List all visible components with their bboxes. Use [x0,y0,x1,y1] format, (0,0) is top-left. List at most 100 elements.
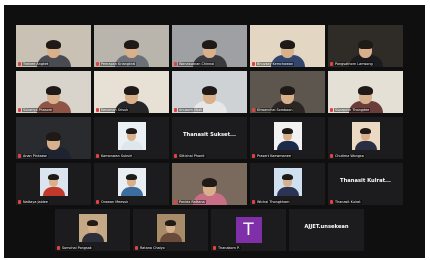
participant-name-label: Narumon Srisuk [100,108,130,112]
muted-mic-icon [330,154,333,158]
muted-mic-icon [18,62,21,66]
muted-mic-icon [96,154,99,158]
profile-picture [78,214,107,242]
participant-tile[interactable]: Pongsathorn Lamsong [328,25,403,67]
avatar: T [235,217,262,243]
participant-tile[interactable]: Ratana Chaiyo [133,209,208,251]
participant-video [172,71,247,113]
participant-tile[interactable]: Prasert Kaewmanee [250,117,325,159]
profile-picture [117,168,146,196]
participant-tile[interactable]: Chutima Wongsa [328,117,403,159]
participant-tile[interactable]: Peerapan Kriangkrai [94,25,169,67]
muted-mic-icon [252,108,255,112]
participant-name-label: Nattaya Jaidee [22,200,49,204]
participant-video [172,163,247,205]
participant-tile[interactable]: Kamonwan Suksiri [94,117,169,159]
muted-mic-icon [57,246,60,250]
participant-video [250,71,325,113]
gallery-row: Anan Pinkaew Kamonwan Suksiri Thanasit Suk… [16,117,406,159]
participant-name-label: Anan Pinkaew [22,154,48,158]
participant-tile[interactable]: Thanasit Kulrat... Thanasit Kulrat [328,163,403,205]
participant-tile[interactable]: Wanassanan Chinnoi [172,25,247,67]
participant-tile[interactable]: Anan Pinkaew [16,117,91,159]
participant-video [16,71,91,113]
muted-mic-icon [174,200,177,204]
muted-mic-icon [18,108,21,112]
muted-mic-icon [96,200,99,204]
participant-tile[interactable]: Sukanya Phasom [16,71,91,113]
participant-name-label: Panida Rattana [178,200,206,204]
participant-name-label: Sittichai Phanit [178,154,206,158]
participant-tile[interactable]: Somchai Pongsak [55,209,130,251]
participant-name-label: Peerapan Kriangkrai [100,62,137,66]
participant-name-label: Chutima Wongsa [334,154,365,158]
participant-name-label: Kamonwan Suksiri [100,154,134,158]
muted-mic-icon [96,62,99,66]
muted-mic-icon [96,108,99,112]
gallery-view: Trainee Angket Peerapan Kriangkrai Wanassa… [16,25,411,254]
muted-mic-icon [18,200,21,204]
gallery-row: Trainee Angket Peerapan Kriangkrai Wanassa… [16,25,406,67]
participant-tile[interactable]: Orawan Meesuk [94,163,169,205]
participant-video [328,71,403,113]
participant-tile[interactable]: Wichai Thongkham [250,163,325,205]
participant-tile[interactable]: Thanasit Sukset... Sittichai Phanit [172,117,247,159]
participant-display-name: Thanasit Sukset... [183,132,236,138]
participant-video [328,25,403,67]
participant-tile[interactable]: Anusorn Jitjak [172,71,247,113]
participant-name-label: Prasert Kaewmanee [256,154,292,158]
participant-name-label: Supaporn Thongdee [334,108,371,112]
participant-video [16,117,91,159]
muted-mic-icon [174,154,177,158]
participant-name-label: Orawan Meesuk [100,200,130,204]
participant-video [94,25,169,67]
profile-picture [351,122,380,150]
profile-picture [273,122,302,150]
participant-name-label: Khwanchai Somboon [256,108,294,112]
participant-video [172,25,247,67]
zoom-window: Trainee Angket Peerapan Kriangkrai Wanassa… [4,5,425,258]
participant-tile[interactable]: T Thanakorn P. [211,209,286,251]
participant-name-label: Thanasit Kulrat [334,200,362,204]
participant-name-label: Trainee Angket [22,62,50,66]
muted-mic-icon [252,200,255,204]
participant-name-label: Pongsathorn Lamsong [334,62,374,66]
participant-video [250,25,325,67]
muted-mic-icon [174,62,177,66]
participant-tile[interactable]: Bhuvsay Kemchawan [250,25,325,67]
participant-tile[interactable]: Supaporn Thongdee [328,71,403,113]
gallery-row: Nattaya Jaidee Orawan Meesuk Panida Rattan… [16,163,406,205]
participant-video [94,71,169,113]
participant-name-label: Somchai Pongsak [61,246,93,250]
participant-display-name: AJJET.unsekean [304,224,349,230]
participant-video [16,25,91,67]
participant-display-name: Thanasit Kulrat... [340,178,391,184]
muted-mic-icon [213,246,216,250]
muted-mic-icon [330,108,333,112]
gallery-row: Somchai Pongsak Ratana Chaiyo T Thanakorn P… [55,209,367,251]
participant-name-label: Wanassanan Chinnoi [178,62,216,66]
gallery-row: Sukanya Phasom Narumon Srisuk Anusorn Jitj… [16,71,406,113]
muted-mic-icon [135,246,138,250]
muted-mic-icon [330,62,333,66]
participant-tile[interactable]: Nattaya Jaidee [16,163,91,205]
muted-mic-icon [18,154,21,158]
participant-name-label: Ratana Chaiyo [139,246,166,250]
muted-mic-icon [174,108,177,112]
profile-picture [39,168,68,196]
participant-tile[interactable]: Panida Rattana [172,163,247,205]
participant-name-label: Anusorn Jitjak [178,108,204,112]
participant-tile[interactable]: Trainee Angket [16,25,91,67]
profile-picture [273,168,302,196]
participant-name-label: Thanakorn P. [217,246,241,250]
participant-tile[interactable]: Narumon Srisuk [94,71,169,113]
profile-picture [117,122,146,150]
muted-mic-icon [252,62,255,66]
participant-name-label: Wichai Thongkham [256,200,291,204]
participant-tile[interactable]: Khwanchai Somboon [250,71,325,113]
muted-mic-icon [330,200,333,204]
profile-picture [156,214,185,242]
muted-mic-icon [252,154,255,158]
participant-name-label: Bhuvsay Kemchawan [256,62,295,66]
participant-tile[interactable]: AJJET.unsekean [289,209,364,251]
